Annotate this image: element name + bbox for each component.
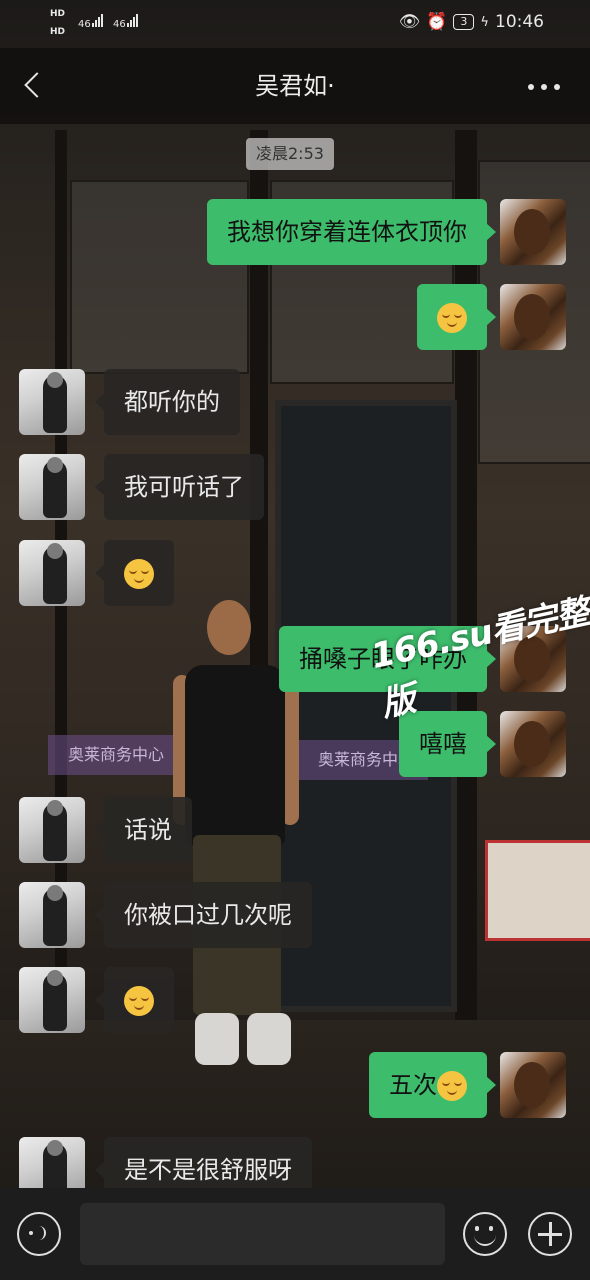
contact-avatar[interactable] <box>19 797 85 863</box>
input-bar <box>0 1188 590 1280</box>
sim1-hd-label: HD <box>50 9 66 19</box>
smirk-emoji-icon <box>124 559 154 589</box>
contact-avatar[interactable] <box>19 967 85 1033</box>
message-bubble-out[interactable]: 我想你穿着连体衣顶你 <box>207 199 496 265</box>
charging-icon: ϟ <box>480 14 489 30</box>
message-bubble-out[interactable]: 五次 <box>369 1052 496 1118</box>
smirk-emoji-icon <box>437 1071 467 1101</box>
chat-title: 吴君如· <box>255 72 335 100</box>
my-avatar[interactable] <box>500 284 566 350</box>
my-avatar[interactable] <box>500 199 566 265</box>
message-bubble-in[interactable]: 你被口过几次呢 <box>95 882 312 948</box>
my-avatar[interactable] <box>500 1052 566 1118</box>
signal-1: 46 <box>78 14 103 30</box>
contact-avatar[interactable] <box>19 882 85 948</box>
message-bubble-out[interactable]: 嘻嘻 <box>399 711 496 777</box>
message-bubble-out[interactable] <box>417 284 496 350</box>
message-timestamp: 凌晨2:53 <box>246 138 334 170</box>
chat-header: 吴君如· <box>0 48 590 124</box>
message-input[interactable] <box>80 1203 445 1265</box>
emoji-icon[interactable] <box>463 1212 507 1256</box>
signal-2: 46 <box>113 14 138 30</box>
contact-avatar[interactable] <box>19 540 85 606</box>
eye-icon: 👁 <box>398 12 421 32</box>
battery-icon: 3 <box>453 14 475 30</box>
my-avatar[interactable] <box>500 711 566 777</box>
smirk-emoji-icon <box>437 303 467 333</box>
smirk-emoji-icon <box>124 986 154 1016</box>
message-bubble-in[interactable] <box>95 967 174 1033</box>
more-icon[interactable] <box>528 84 560 94</box>
status-bar: HD HD 46 46 👁 ⏰ 3 ϟ 10:46 <box>0 0 590 48</box>
message-bubble-in[interactable]: 话说 <box>95 797 192 863</box>
message-bubble-in[interactable]: 都听你的 <box>95 369 240 435</box>
contact-avatar[interactable] <box>19 454 85 520</box>
voice-icon[interactable] <box>17 1212 61 1256</box>
message-bubble-in[interactable]: 我可听话了 <box>95 454 264 520</box>
clock: 10:46 <box>495 12 544 32</box>
sim2-hd-label: HD <box>50 27 66 37</box>
contact-avatar[interactable] <box>19 369 85 435</box>
alarm-icon: ⏰ <box>426 12 448 32</box>
message-bubble-in[interactable] <box>95 540 174 606</box>
plus-icon[interactable] <box>528 1212 572 1256</box>
